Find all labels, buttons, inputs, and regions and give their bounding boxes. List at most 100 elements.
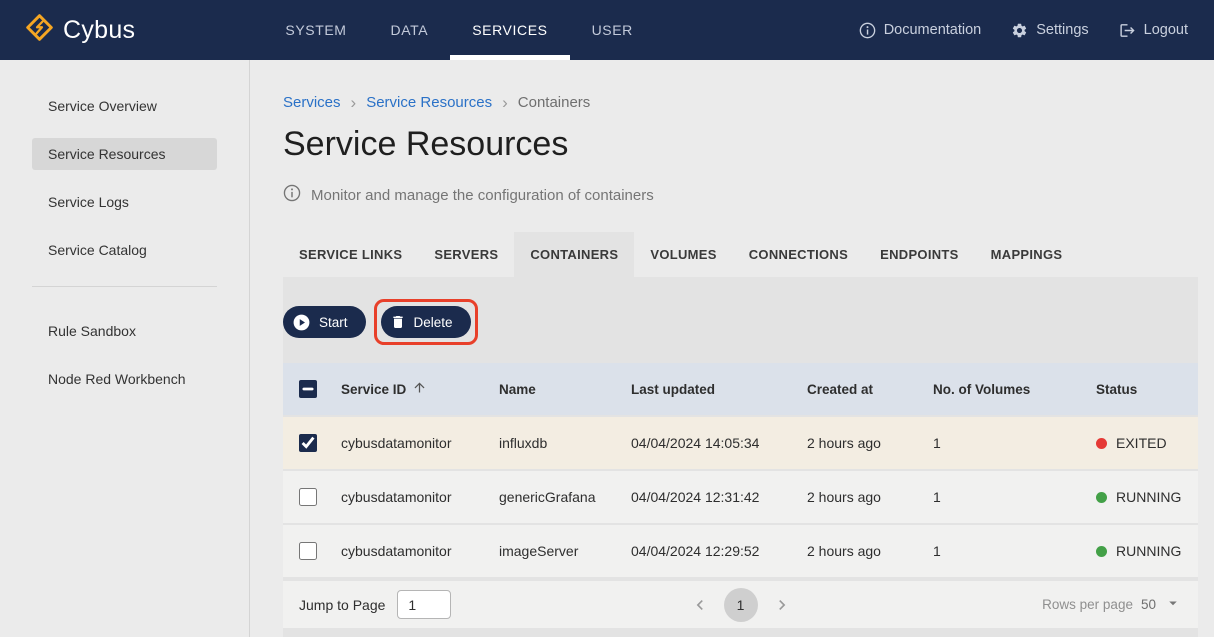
table-row[interactable]: cybusdatamonitor influxdb 04/04/2024 14:…	[283, 417, 1198, 469]
gear-icon	[1011, 22, 1028, 39]
cell-name: genericGrafana	[491, 471, 623, 523]
previous-page-icon[interactable]	[690, 595, 710, 615]
nav-item-system[interactable]: SYSTEM	[263, 0, 368, 60]
cell-volumes: 1	[925, 417, 1088, 469]
navbar-actions: Documentation Settings Logout	[859, 0, 1188, 60]
page-subtitle: Monitor and manage the configuration of …	[311, 187, 654, 204]
chevron-right-icon: ›	[351, 94, 357, 111]
status-dot-icon	[1096, 492, 1107, 503]
rows-per-page-value: 50	[1141, 597, 1156, 612]
annotation-highlight: Delete	[374, 299, 478, 345]
brand[interactable]: Cybus	[26, 0, 135, 60]
chevron-right-icon: ›	[502, 94, 508, 111]
sidebar-item-node-red-workbench[interactable]: Node Red Workbench	[32, 363, 217, 395]
cell-created-at: 2 hours ago	[799, 471, 925, 523]
info-icon	[859, 22, 876, 39]
column-header-last-updated[interactable]: Last updated	[623, 363, 799, 415]
cell-service-id: cybusdatamonitor	[333, 417, 491, 469]
table-row[interactable]: cybusdatamonitor imageServer 04/04/2024 …	[283, 525, 1198, 577]
breadcrumb-service-resources[interactable]: Service Resources	[366, 94, 492, 111]
table-footer: Jump to Page 1 Rows per page 50	[283, 581, 1198, 628]
cell-name: influxdb	[491, 417, 623, 469]
main-content: Services › Service Resources › Container…	[251, 60, 1214, 637]
sidebar-item-service-resources[interactable]: Service Resources	[32, 138, 217, 170]
status-dot-icon	[1096, 438, 1107, 449]
rows-per-page-select[interactable]: Rows per page 50	[1042, 594, 1182, 615]
status-badge: EXITED	[1096, 435, 1190, 451]
column-header-service-id[interactable]: Service ID	[341, 380, 427, 398]
toolbar: Start Delete	[283, 299, 1198, 345]
delete-button-label: Delete	[414, 315, 453, 330]
column-header-created-at[interactable]: Created at	[799, 363, 925, 415]
sidebar-divider	[32, 286, 217, 287]
row-checkbox[interactable]	[299, 542, 317, 560]
logout-icon	[1119, 22, 1136, 39]
logout-label: Logout	[1144, 22, 1188, 38]
cell-volumes: 1	[925, 525, 1088, 577]
cell-created-at: 2 hours ago	[799, 417, 925, 469]
current-page-button[interactable]: 1	[724, 588, 758, 622]
tab-connections[interactable]: CONNECTIONS	[733, 232, 864, 277]
breadcrumb-services[interactable]: Services	[283, 94, 341, 111]
status-badge: RUNNING	[1096, 489, 1190, 505]
sidebar-item-rule-sandbox[interactable]: Rule Sandbox	[32, 315, 217, 347]
rows-per-page-label: Rows per page	[1042, 597, 1133, 612]
column-header-status[interactable]: Status	[1088, 363, 1198, 415]
sidebar: Service Overview Service Resources Servi…	[0, 60, 250, 637]
pager: 1	[690, 588, 792, 622]
page-subtitle-row: Monitor and manage the configuration of …	[283, 184, 1198, 206]
start-button[interactable]: Start	[283, 306, 366, 338]
sidebar-item-service-catalog[interactable]: Service Catalog	[32, 234, 217, 266]
select-all-checkbox[interactable]	[299, 380, 317, 398]
containers-panel: Start Delete	[283, 277, 1198, 637]
row-checkbox[interactable]	[299, 488, 317, 506]
cell-last-updated: 04/04/2024 12:31:42	[623, 471, 799, 523]
documentation-link[interactable]: Documentation	[859, 22, 982, 39]
tab-endpoints[interactable]: ENDPOINTS	[864, 232, 975, 277]
play-circle-icon	[292, 313, 311, 332]
jump-to-page: Jump to Page	[299, 590, 451, 619]
cell-service-id: cybusdatamonitor	[333, 471, 491, 523]
cybus-logo-icon	[26, 14, 53, 46]
jump-to-page-label: Jump to Page	[299, 597, 385, 613]
cell-last-updated: 04/04/2024 12:29:52	[623, 525, 799, 577]
sidebar-item-service-overview[interactable]: Service Overview	[32, 90, 217, 122]
page-title: Service Resources	[283, 125, 1198, 164]
containers-table: Service ID Name Last updated Created at …	[283, 361, 1198, 579]
nav-item-data[interactable]: DATA	[369, 0, 451, 60]
status-badge: RUNNING	[1096, 543, 1190, 559]
brand-name: Cybus	[63, 16, 135, 45]
start-button-label: Start	[319, 315, 348, 330]
documentation-label: Documentation	[884, 22, 982, 38]
table-header-row: Service ID Name Last updated Created at …	[283, 363, 1198, 415]
tab-servers[interactable]: SERVERS	[418, 232, 514, 277]
cell-name: imageServer	[491, 525, 623, 577]
column-header-name[interactable]: Name	[491, 363, 623, 415]
row-checkbox[interactable]	[299, 434, 317, 452]
logout-button[interactable]: Logout	[1119, 22, 1188, 39]
sidebar-item-service-logs[interactable]: Service Logs	[32, 186, 217, 218]
table-row[interactable]: cybusdatamonitor genericGrafana 04/04/20…	[283, 471, 1198, 523]
tab-service-links[interactable]: SERVICE LINKS	[283, 232, 418, 277]
cell-last-updated: 04/04/2024 14:05:34	[623, 417, 799, 469]
tab-volumes[interactable]: VOLUMES	[634, 232, 732, 277]
breadcrumb-containers: Containers	[518, 94, 591, 111]
tab-containers[interactable]: CONTAINERS	[514, 232, 634, 277]
next-page-icon[interactable]	[772, 595, 792, 615]
trash-icon	[390, 314, 406, 330]
tab-mappings[interactable]: MAPPINGS	[975, 232, 1079, 277]
column-header-volumes[interactable]: No. of Volumes	[925, 363, 1088, 415]
cell-created-at: 2 hours ago	[799, 525, 925, 577]
top-navbar: Cybus SYSTEM DATA SERVICES USER Document…	[0, 0, 1214, 60]
nav-item-user[interactable]: USER	[570, 0, 655, 60]
nav-item-services[interactable]: SERVICES	[450, 0, 569, 60]
caret-down-icon	[1164, 594, 1182, 615]
info-icon	[283, 184, 301, 206]
jump-to-page-input[interactable]	[397, 590, 451, 619]
tab-bar: SERVICE LINKS SERVERS CONTAINERS VOLUMES…	[283, 232, 1198, 277]
settings-label: Settings	[1036, 22, 1088, 38]
delete-button[interactable]: Delete	[381, 306, 471, 338]
cell-service-id: cybusdatamonitor	[333, 525, 491, 577]
settings-button[interactable]: Settings	[1011, 22, 1088, 39]
primary-nav: SYSTEM DATA SERVICES USER	[263, 0, 655, 60]
